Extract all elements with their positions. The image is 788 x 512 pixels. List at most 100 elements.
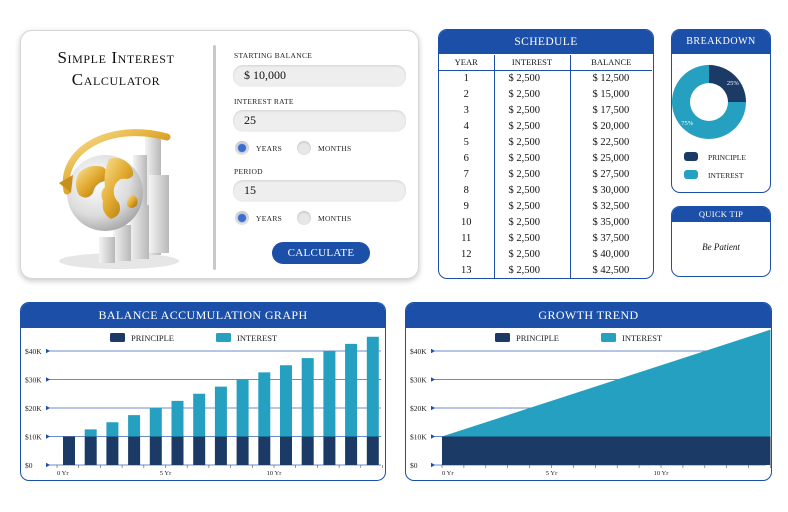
bar-interest	[236, 379, 249, 437]
area-interest	[442, 329, 771, 437]
bar-principle	[301, 436, 314, 465]
legend-swatch-principle	[495, 333, 510, 342]
y-tick-label: $40K	[25, 347, 42, 356]
schedule-interest-cell: $ 2,500	[493, 182, 570, 198]
schedule-interest-cell: $ 2,500	[493, 230, 570, 246]
quick-tip-title: QUICK TIP	[672, 207, 770, 222]
schedule-table-body: 1 $ 2,500 $ 12,500 2 $ 2,500 $ 15,000 3 $ 2,500…	[439, 70, 652, 278]
calculator-card: Simple Interest Calculator STARTING BALA…	[20, 30, 419, 279]
schedule-balance-cell: $ 22,500	[569, 134, 652, 150]
breakdown-panel: BREAKDOWN 25% 75% PRINCIPLE INTEREST	[671, 29, 771, 193]
schedule-interest-cell: $ 2,500	[493, 70, 570, 86]
bar-principle	[323, 436, 336, 465]
y-tick-label: $0	[410, 461, 418, 470]
bar-principle	[236, 436, 249, 465]
legend-label-principle: PRINCIPLE	[131, 333, 174, 343]
schedule-year-cell: 9	[463, 200, 469, 212]
schedule-balance-cell: $ 17,500	[569, 102, 652, 118]
interest-percent-label: 75%	[681, 120, 694, 127]
interest-rate-label: INTEREST RATE	[234, 97, 294, 106]
y-tick-label: $30K	[25, 376, 42, 385]
schedule-table: YEAR INTEREST BALANCE 1 $ 2,500 $ 12,500 2 $…	[439, 55, 652, 278]
schedule-balance-cell: $ 32,500	[569, 198, 652, 214]
calculate-button[interactable]: CALCULATE	[272, 242, 370, 264]
schedule-year-cell: 7	[463, 168, 469, 180]
bar-interest	[345, 343, 358, 437]
axis-arrow-marker	[431, 434, 435, 439]
bar-principle	[171, 436, 184, 465]
schedule-balance-cell: $ 15,000	[569, 86, 652, 102]
schedule-balance-cell: $ 27,500	[569, 166, 652, 182]
calculator-title: Simple Interest Calculator	[21, 47, 211, 91]
rate-months-label: MONTHS	[318, 144, 352, 153]
table-row: 5 $ 2,500 $ 22,500	[439, 134, 652, 150]
bar-principle	[345, 436, 358, 465]
schedule-year-cell: 2	[463, 88, 469, 100]
breakdown-donut-chart: 25% 75%	[672, 65, 746, 139]
axis-arrow-marker	[46, 434, 50, 439]
bar-interest	[106, 422, 119, 437]
rate-unit-radio-group: YEARS MONTHS	[233, 141, 393, 157]
starting-balance-input[interactable]	[233, 65, 406, 86]
axis-arrow-marker	[431, 377, 435, 382]
schedule-interest-cell: $ 2,500	[493, 134, 570, 150]
area-principle	[442, 436, 771, 465]
schedule-interest-cell: $ 2,500	[493, 102, 570, 118]
rate-months-radio[interactable]	[297, 141, 311, 155]
table-row: 4 $ 2,500 $ 20,000	[439, 118, 652, 134]
interest-legend-label: INTEREST	[708, 171, 744, 180]
bar-interest	[128, 415, 141, 437]
schedule-interest-cell: $ 2,500	[493, 118, 570, 134]
quick-tip-text: Be Patient	[702, 242, 740, 252]
table-row: 1 $ 2,500 $ 12,500	[439, 70, 652, 86]
axis-arrow-marker	[431, 405, 435, 411]
period-months-label: MONTHS	[318, 214, 352, 223]
balance-accumulation-chart: PRINCIPLE INTEREST $0 $10K $20K $30K $40K 0 Yr 5…	[25, 333, 383, 477]
schedule-balance-cell: $ 20,000	[569, 118, 652, 134]
chart-legend: PRINCIPLE INTEREST	[110, 333, 278, 343]
bar-interest	[280, 365, 292, 437]
interest-rate-input[interactable]	[233, 110, 406, 131]
rate-years-radio[interactable]	[235, 141, 249, 155]
x-tick-label: 0 Yr	[442, 470, 454, 477]
legend-swatch-interest	[601, 333, 616, 342]
legend-label-principle: PRINCIPLE	[516, 333, 559, 343]
axis-arrow-marker	[431, 462, 435, 468]
y-tick-label: $10K	[410, 433, 427, 442]
principle-legend-label: PRINCIPLE	[708, 153, 746, 162]
bar-principle	[214, 436, 227, 465]
table-row: 6 $ 2,500 $ 25,000	[439, 150, 652, 166]
schedule-interest-cell: $ 2,500	[493, 214, 570, 230]
schedule-year-cell: 12	[461, 248, 472, 260]
growth-trend-chart: PRINCIPLE INTEREST $0 $10K $20K $30K $40K 0 Yr 5…	[410, 329, 771, 477]
globe-bar-chart-illustration	[59, 129, 179, 269]
table-row: 10 $ 2,500 $ 35,000	[439, 214, 652, 230]
calculator-divider	[213, 45, 216, 270]
table-row: 3 $ 2,500 $ 17,500	[439, 102, 652, 118]
bar-interest	[323, 351, 336, 437]
schedule-header-balance: BALANCE	[569, 55, 652, 71]
period-input[interactable]	[233, 180, 406, 201]
bar-interest	[171, 400, 184, 437]
calculator-title-line2: Calculator	[71, 70, 161, 89]
table-row: 13 $ 2,500 $ 42,500	[439, 262, 652, 278]
schedule-balance-cell: $ 25,000	[569, 150, 652, 166]
schedule-balance-cell: $ 40,000	[569, 246, 652, 262]
table-row: 7 $ 2,500 $ 27,500	[439, 166, 652, 182]
period-months-radio[interactable]	[297, 211, 311, 225]
bar-principle	[149, 436, 162, 465]
period-unit-radio-group: YEARS MONTHS	[233, 211, 393, 227]
schedule-year-cell: 13	[461, 264, 472, 276]
x-tick-label: 5 Yr	[546, 470, 558, 477]
schedule-year-cell: 8	[463, 184, 469, 196]
schedule-interest-cell: $ 2,500	[493, 150, 570, 166]
period-label: PERIOD	[234, 167, 263, 176]
legend-label-interest: INTEREST	[622, 333, 663, 343]
axis-arrow-marker	[46, 377, 50, 382]
axis-arrow-marker	[46, 462, 50, 468]
axis-arrow-marker	[46, 348, 50, 354]
bar-interest	[149, 408, 162, 437]
calculator-title-line1: Simple Interest	[57, 48, 175, 67]
period-years-radio[interactable]	[235, 211, 249, 225]
x-tick-label: 0 Yr	[57, 470, 69, 477]
